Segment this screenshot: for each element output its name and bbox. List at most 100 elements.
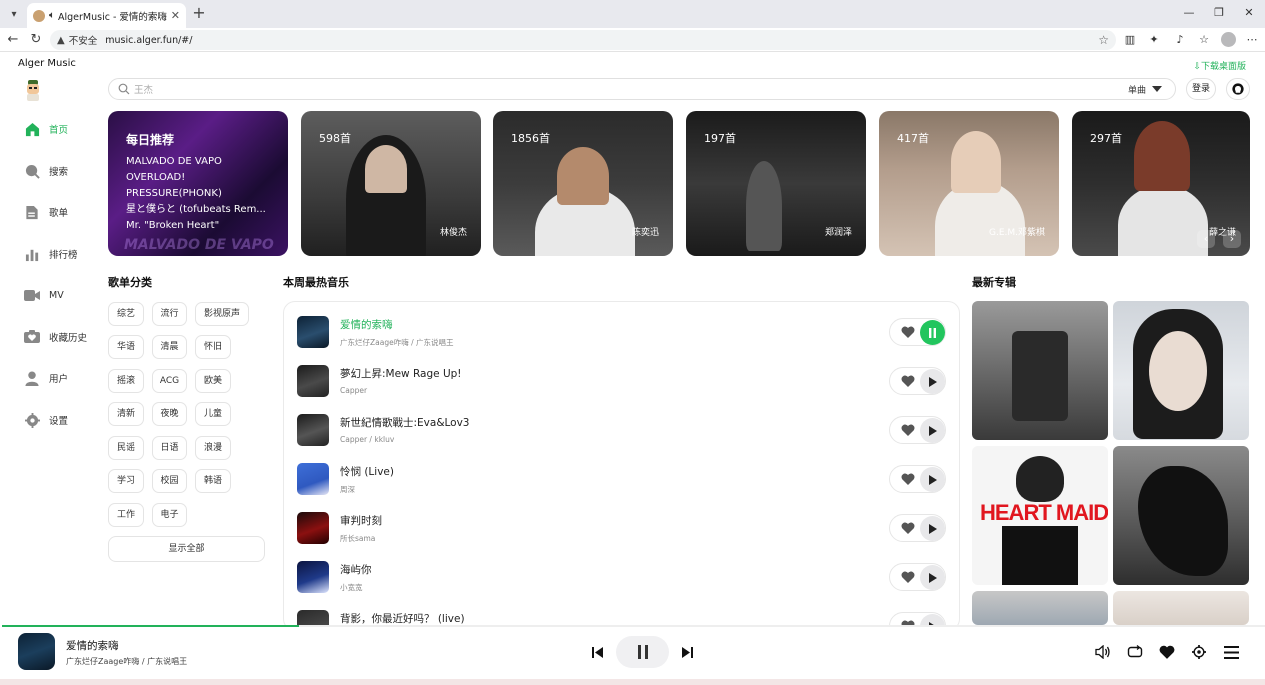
category-tag[interactable]: 欧美 [195, 369, 231, 393]
user-avatar[interactable] [24, 79, 42, 101]
pause-button[interactable] [920, 320, 945, 345]
heart-icon[interactable] [901, 375, 915, 387]
volume-button[interactable] [1093, 642, 1113, 662]
artist-card[interactable]: 417首 G.E.M.邓紫棋 [879, 111, 1059, 256]
song-artists[interactable]: Capper [340, 386, 367, 395]
album-cover[interactable] [972, 591, 1108, 625]
artist-card[interactable]: 598首 林俊杰 [301, 111, 481, 256]
category-tag[interactable]: 民谣 [108, 436, 144, 460]
category-tag[interactable]: 日语 [152, 436, 187, 460]
extension-icon[interactable]: ♪ [1172, 32, 1188, 48]
heart-icon[interactable] [901, 473, 915, 485]
category-tag[interactable]: 韩语 [195, 469, 231, 493]
song-artists[interactable]: 广东烂仔Zaage咋嗨 / 广东说唱王 [340, 337, 454, 348]
category-tag[interactable]: 夜晚 [152, 402, 187, 426]
favorites-icon[interactable]: ☆ [1196, 32, 1212, 48]
category-tag[interactable]: 综艺 [108, 302, 144, 326]
song-title[interactable]: 海屿你 [340, 562, 372, 577]
tab-list-button[interactable]: ▾ [4, 4, 24, 24]
favorite-star-icon[interactable]: ☆ [1098, 33, 1109, 47]
warning-icon[interactable]: ▲ [57, 35, 65, 46]
sidebar-item-settings[interactable]: 设置 [24, 412, 68, 428]
sidebar-item-history[interactable]: 收藏历史 [24, 329, 87, 345]
chevron-down-icon[interactable] [1152, 86, 1162, 92]
song-title[interactable]: 背影，你最近好吗？ (live) [340, 611, 465, 626]
song-artists[interactable]: 周深 [340, 484, 355, 495]
playlist-menu-button[interactable] [1221, 642, 1241, 662]
song-title[interactable]: 爱情的索嗨 [340, 317, 393, 332]
profile-avatar[interactable] [1221, 32, 1236, 47]
song-title[interactable]: 审判时刻 [340, 513, 382, 528]
artist-card[interactable]: 197首 郑润泽 [686, 111, 866, 256]
now-playing-title[interactable]: 爱情的索嗨 [66, 638, 119, 653]
category-tag[interactable]: 华语 [108, 335, 144, 359]
previous-button[interactable] [588, 643, 606, 661]
download-desktop-link[interactable]: ⇩下载桌面版 [1193, 59, 1246, 72]
close-tab-icon[interactable]: ✕ [171, 9, 180, 22]
sidebar-item-mv[interactable]: MV [24, 287, 64, 303]
song-artists[interactable]: 所长sama [340, 533, 375, 544]
minimize-button[interactable]: — [1174, 4, 1204, 22]
album-cover[interactable] [1113, 301, 1249, 440]
song-artists[interactable]: Capper / kkluv [340, 435, 394, 444]
url-text[interactable]: music.alger.fun/#/ [105, 35, 1098, 46]
repeat-button[interactable] [1125, 642, 1145, 662]
play-button[interactable] [920, 418, 945, 443]
search-bar[interactable]: 王杰 单曲 [108, 78, 1176, 100]
extension-icon[interactable]: ▥ [1122, 32, 1138, 48]
category-tag[interactable]: 学习 [108, 469, 144, 493]
category-tag[interactable]: 摇滚 [108, 369, 144, 393]
song-title[interactable]: 新世紀情歌戰士:Eva&Lov3 [340, 415, 470, 430]
category-tag[interactable]: 浪漫 [195, 436, 231, 460]
play-button[interactable] [920, 369, 945, 394]
new-tab-button[interactable]: + [190, 4, 208, 22]
album-cover[interactable] [1113, 591, 1249, 625]
extension-puzzle-icon[interactable]: ✦ [1146, 32, 1162, 48]
song-title[interactable]: 怜悯 (Live) [340, 464, 394, 479]
song-row[interactable]: 怜悯 (Live) 周深 [297, 456, 947, 496]
reload-button[interactable]: ↻ [27, 31, 45, 49]
address-bar[interactable]: ▲ 不安全 music.alger.fun/#/ ☆ [50, 30, 1116, 50]
close-window-button[interactable]: ✕ [1234, 4, 1264, 22]
login-button[interactable]: 登录 [1186, 78, 1216, 100]
song-row[interactable]: 新世紀情歌戰士:Eva&Lov3 Capper / kkluv [297, 407, 947, 447]
category-tag[interactable]: 清晨 [152, 335, 187, 359]
show-all-button[interactable]: 显示全部 [108, 536, 265, 562]
sidebar-item-rank[interactable]: 排行榜 [24, 246, 78, 262]
sidebar-item-playlist[interactable]: 歌单 [24, 204, 68, 220]
album-cover[interactable] [1113, 446, 1249, 585]
album-cover[interactable]: HEART MAID [972, 446, 1108, 585]
sidebar-item-search[interactable]: 搜索 [24, 163, 68, 179]
album-cover[interactable] [972, 301, 1108, 440]
now-playing-artist[interactable]: 广东烂仔Zaage咋嗨 / 广东说唱王 [66, 656, 187, 667]
category-tag[interactable]: 影视原声 [195, 302, 249, 326]
heart-icon[interactable] [901, 326, 915, 338]
favorite-button[interactable] [1157, 642, 1177, 662]
more-menu-icon[interactable]: ⋯ [1244, 32, 1260, 48]
category-tag[interactable]: 工作 [108, 503, 144, 527]
heart-icon[interactable] [901, 571, 915, 583]
play-button[interactable] [920, 467, 945, 492]
next-button[interactable] [678, 643, 696, 661]
maximize-button[interactable]: ❐ [1204, 4, 1234, 22]
category-tag[interactable]: 流行 [152, 302, 187, 326]
play-button[interactable] [920, 516, 945, 541]
heart-icon[interactable] [901, 522, 915, 534]
category-tag[interactable]: 儿童 [195, 402, 231, 426]
song-row[interactable]: 海屿你 小宽宽 [297, 554, 947, 594]
sidebar-item-user[interactable]: 用户 [24, 370, 68, 386]
daily-recommend-card[interactable]: 每日推荐 MALVADO DE VAPO OVERLOAD! PRESSURE(… [108, 111, 288, 256]
search-type-select[interactable]: 单曲 [1128, 83, 1146, 96]
sidebar-item-home[interactable]: 首页 [24, 121, 68, 137]
category-tag[interactable]: 清新 [108, 402, 144, 426]
category-tag[interactable]: 校园 [152, 469, 187, 493]
carousel-next-button[interactable]: › [1223, 230, 1241, 248]
speaker-icon[interactable]: 🔈︎ [49, 10, 55, 21]
song-artists[interactable]: 小宽宽 [340, 582, 363, 593]
song-title[interactable]: 夢幻上昇:Mew Rage Up! [340, 366, 462, 381]
artist-card[interactable]: 1856首 陈奕迅 [493, 111, 673, 256]
now-playing-cover[interactable] [18, 633, 55, 670]
search-input[interactable]: 王杰 [134, 82, 1128, 96]
back-button[interactable]: ← [4, 31, 22, 49]
browser-tab[interactable]: 🔈︎ AlgerMusic - 爱情的索嗨 ✕ [27, 3, 186, 28]
